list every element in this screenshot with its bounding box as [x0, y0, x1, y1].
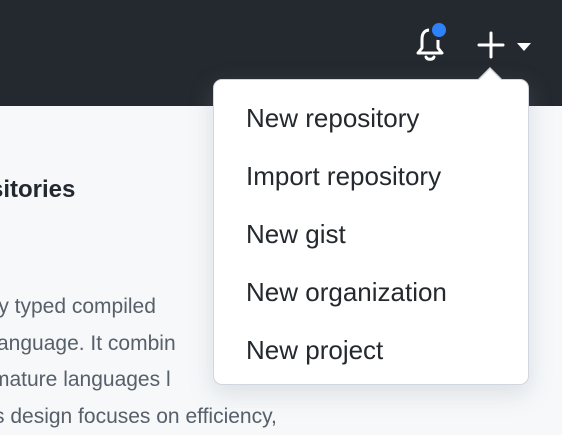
create-new-dropdown: New repository Import repository New gis…	[213, 79, 529, 385]
notification-indicator	[429, 20, 449, 40]
menu-item-new-repository[interactable]: New repository	[214, 89, 528, 147]
menu-item-new-project[interactable]: New project	[214, 321, 528, 379]
menu-item-new-organization[interactable]: New organization	[214, 263, 528, 321]
menu-item-import-repository[interactable]: Import repository	[214, 147, 528, 205]
menu-item-new-gist[interactable]: New gist	[214, 205, 528, 263]
create-new-menu: New repository Import repository New gis…	[214, 80, 528, 379]
create-new-button[interactable]	[476, 28, 536, 62]
description-line: s design focuses on efficiency,	[0, 399, 277, 435]
dropdown-pointer-fill	[479, 69, 501, 80]
plus-icon	[476, 28, 506, 62]
section-heading: sitories	[0, 176, 75, 204]
triangle-down-icon	[516, 42, 532, 52]
notifications-button[interactable]	[410, 20, 450, 66]
